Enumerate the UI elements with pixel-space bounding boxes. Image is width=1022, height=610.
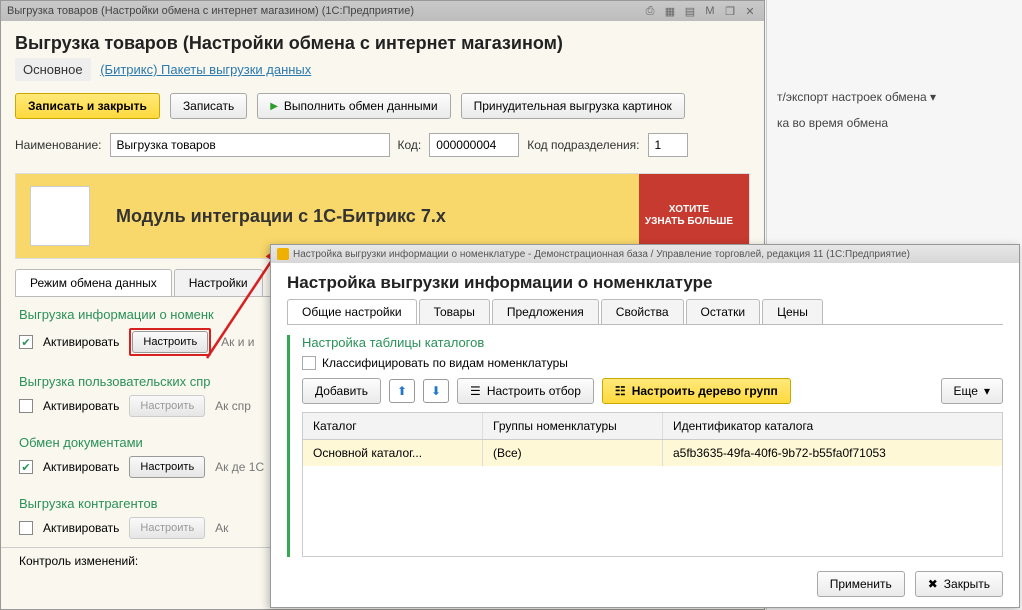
change-control-label: Контроль изменений: [19,554,138,568]
save-button[interactable]: Записать [170,93,247,119]
col-id[interactable]: Идентификатор каталога [663,413,1002,439]
code-input[interactable] [429,133,519,157]
tree-button[interactable]: ☷ Настроить дерево групп [602,378,791,404]
table-row[interactable]: Основной каталог... (Все) a5fb3635-49fa-… [303,440,1002,466]
dialog-title: Настройка выгрузки информации о номенкла… [271,263,1019,299]
titlebar: Выгрузка товаров (Настройки обмена с инт… [1,1,764,21]
calc-icon[interactable]: ▤ [682,3,698,19]
tab-settings[interactable]: Настройки [174,269,263,296]
calendar-icon[interactable]: ▦ [662,3,678,19]
configure-button-2[interactable]: Настроить [129,395,205,417]
tab-properties[interactable]: Свойства [601,299,684,324]
page-title: Выгрузка товаров (Настройки обмена с инт… [1,21,764,62]
subnav-link[interactable]: (Битрикс) Пакеты выгрузки данных [100,62,311,77]
activate-checkbox-3[interactable]: ✔ [19,460,33,474]
tree-icon: ☷ [615,384,626,398]
tab-offers[interactable]: Предложения [492,299,599,324]
name-label: Наименование: [15,138,102,152]
tab-prices[interactable]: Цены [762,299,823,324]
move-down-icon[interactable]: ⬇ [423,379,449,403]
configure-button-4[interactable]: Настроить [129,517,205,539]
classify-checkbox[interactable] [302,356,316,370]
dept-input[interactable] [648,133,688,157]
subnav-primary[interactable]: Основное [15,58,91,81]
window-title: Выгрузка товаров (Настройки обмена с инт… [7,5,414,17]
chevron-down-icon: ▾ [930,90,936,104]
dialog-titlebar: Настройка выгрузки информации о номенкла… [271,245,1019,263]
m-icon[interactable]: M [702,3,718,19]
activate-checkbox-1[interactable]: ✔ [19,335,33,349]
close-icon[interactable]: ✕ [742,3,758,19]
col-catalog[interactable]: Каталог [303,413,483,439]
close-button[interactable]: ✖ Закрыть [915,571,1003,597]
apply-button[interactable]: Применить [817,571,905,597]
save-close-button[interactable]: Записать и закрыть [15,93,160,119]
print-icon[interactable]: ⎙ [642,3,658,19]
configure-button-3[interactable]: Настроить [129,456,205,478]
banner-box-image [30,186,90,246]
app-icon [277,248,289,260]
more-button[interactable]: Еще ▾ [941,378,1003,404]
code-label: Код: [398,138,422,152]
side-item-2: ка во время обмена [777,116,1012,130]
configure-button-1[interactable]: Настроить [132,331,208,353]
tab-general[interactable]: Общие настройки [287,299,417,324]
col-groups[interactable]: Группы номенклатуры [483,413,663,439]
run-exchange-button[interactable]: ▶Выполнить обмен данными [257,93,450,119]
side-item-1[interactable]: т/экспорт настроек обмена ▾ [777,90,1012,104]
tab-products[interactable]: Товары [419,299,490,324]
filter-button[interactable]: ☰ Настроить отбор [457,378,594,404]
dept-label: Код подразделения: [527,138,639,152]
catalog-table-title: Настройка таблицы каталогов [302,335,1003,350]
restore-icon[interactable]: ❐ [722,3,738,19]
name-input[interactable] [110,133,390,157]
tab-exchange-mode[interactable]: Режим обмена данных [15,269,172,296]
tab-stock[interactable]: Остатки [686,299,761,324]
activate-checkbox-4[interactable] [19,521,33,535]
move-up-icon[interactable]: ⬆ [389,379,415,403]
play-icon: ▶ [270,101,278,112]
add-button[interactable]: Добавить [302,378,381,404]
filter-icon: ☰ [470,384,481,398]
activate-checkbox-2[interactable] [19,399,33,413]
force-upload-button[interactable]: Принудительная выгрузка картинок [461,93,685,119]
close-icon: ✖ [928,577,938,591]
config-dialog: Настройка выгрузки информации о номенкла… [270,244,1020,608]
catalog-grid: Каталог Группы номенклатуры Идентификато… [302,412,1003,557]
